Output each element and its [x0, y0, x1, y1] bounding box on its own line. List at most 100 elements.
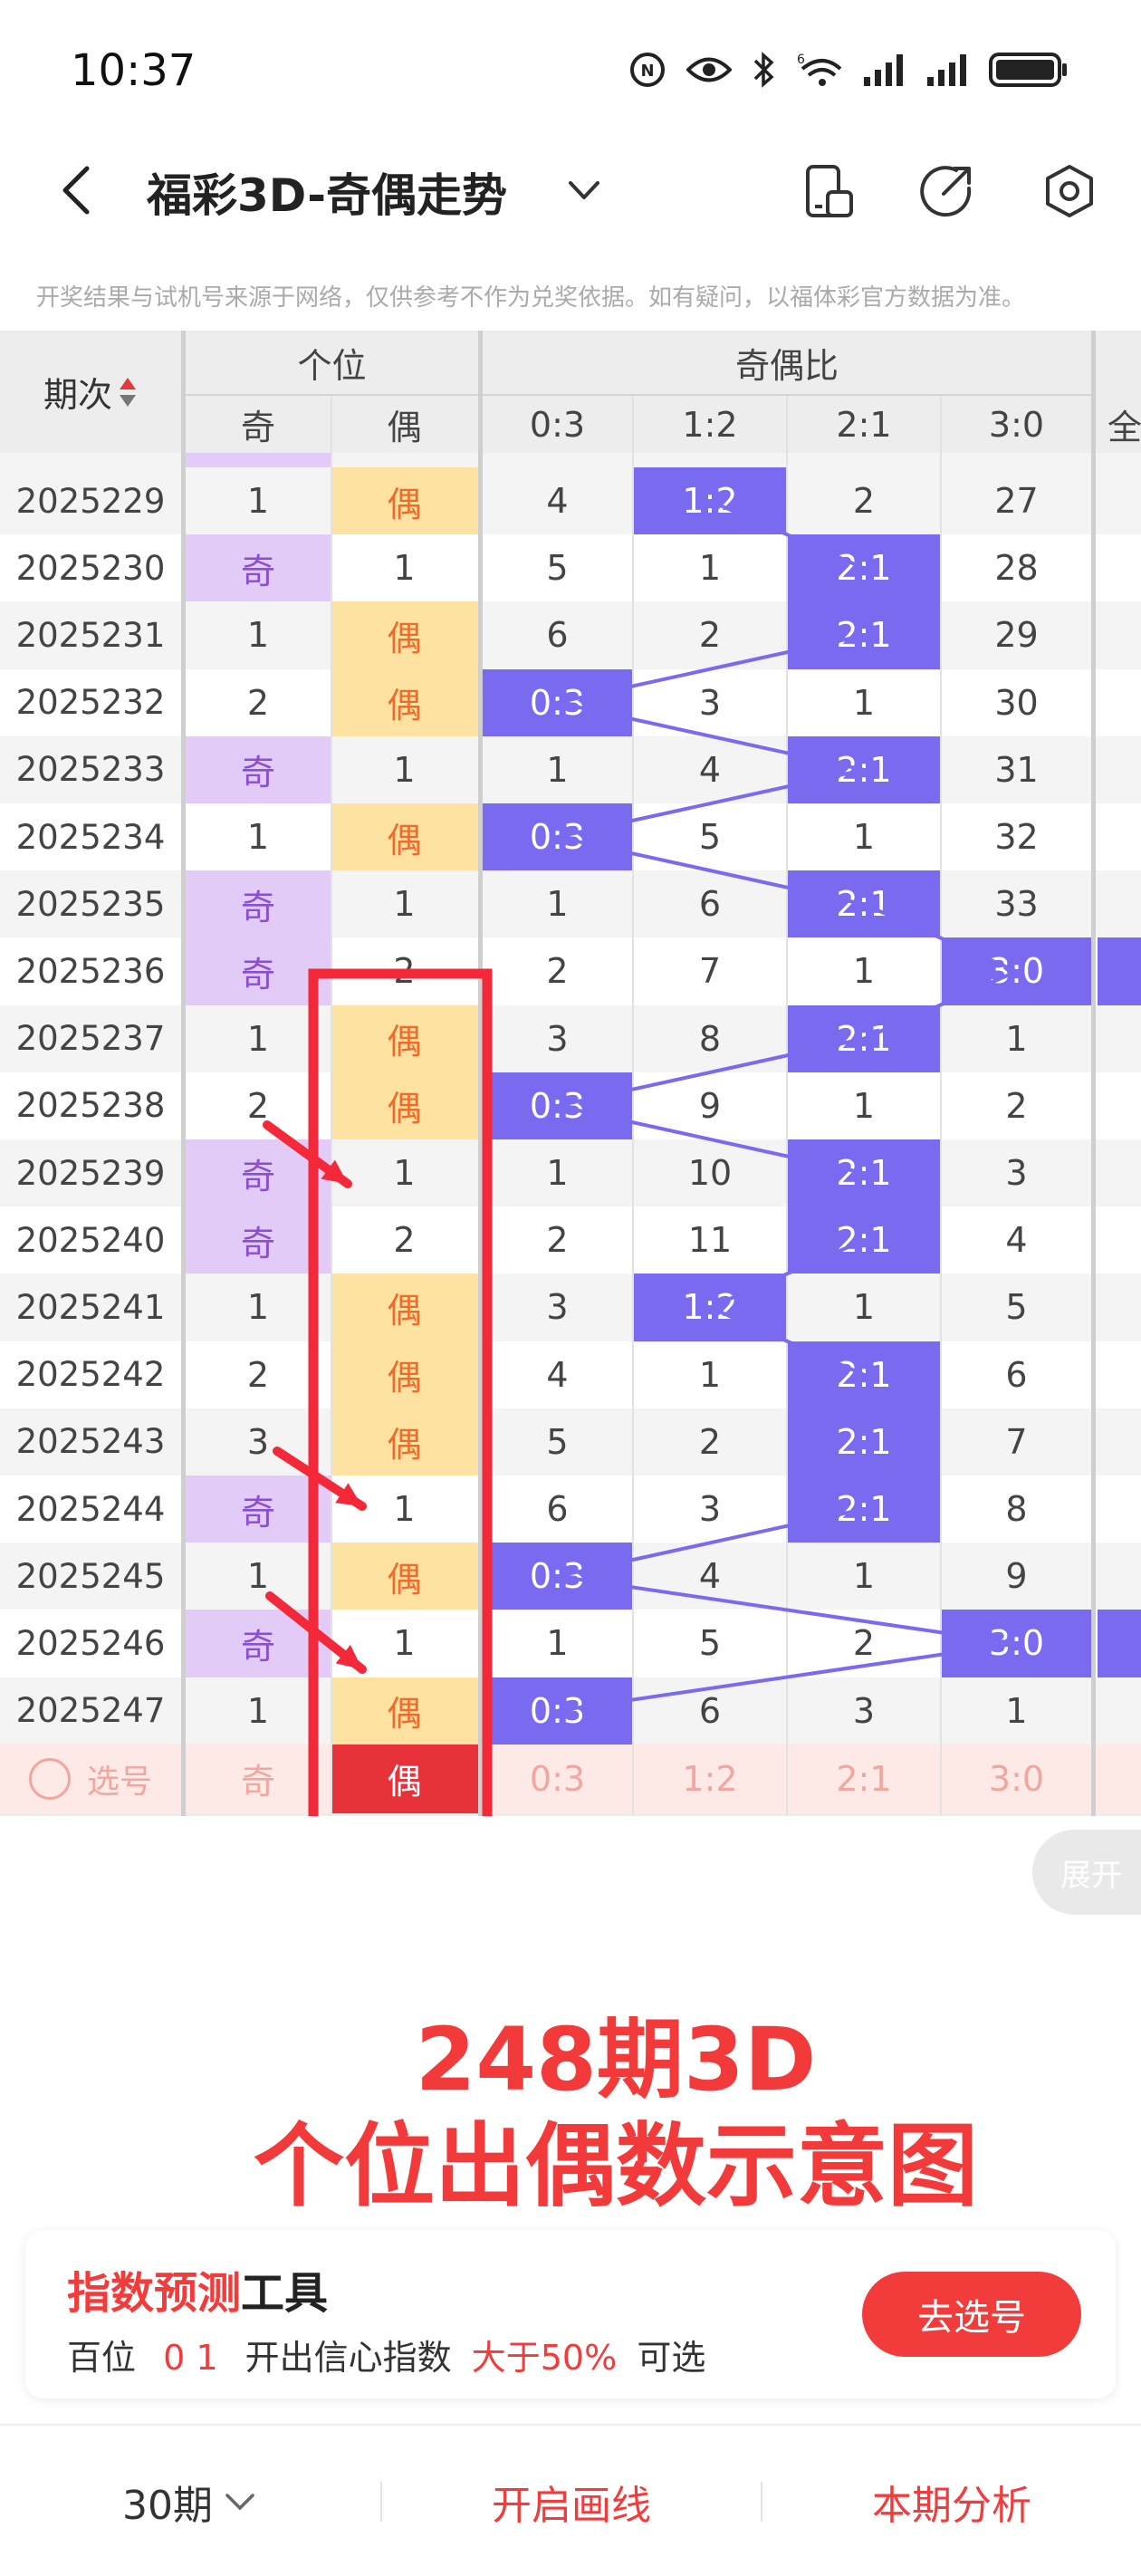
cell-even: 偶: [331, 1408, 478, 1475]
cell-r03: 0:3: [483, 1072, 632, 1139]
cell-r30: 31: [994, 749, 1039, 790]
chevron-down-icon[interactable]: [563, 172, 605, 208]
status-time: 10:37: [71, 45, 197, 96]
select-option-r30[interactable]: 3:0: [942, 1745, 1091, 1813]
column-header-even: 偶: [387, 408, 422, 447]
table-row: 2025247 1 偶 0:3 6 3 1: [0, 1677, 1141, 1745]
period-count-selector[interactable]: 30期: [0, 2426, 380, 2576]
cell-r21: 1: [852, 1556, 876, 1597]
group-separator: [478, 331, 483, 1816]
tool-title-red: 指数预测: [67, 2268, 242, 2319]
period-header[interactable]: 期次: [0, 331, 181, 453]
stats-header-dash: -: [0, 1813, 181, 1816]
cell-r03: 1: [546, 749, 569, 790]
cell-r21: 2:1: [788, 1206, 940, 1274]
cell-r12: 5: [698, 817, 722, 858]
expand-button[interactable]: 展开: [1032, 1830, 1141, 1915]
period-analysis-button[interactable]: 本期分析: [762, 2426, 1141, 2576]
cell-r21: 2:1: [788, 601, 940, 669]
cell-r30: 32: [994, 817, 1039, 858]
phone-screen-icon[interactable]: [801, 161, 860, 221]
bluetooth-icon: [753, 52, 774, 88]
period-count-label: 30期: [122, 2483, 213, 2529]
cell-r12: 1:2: [634, 467, 786, 535]
cell-odd: 奇: [186, 1206, 331, 1274]
cell-r12: 5: [698, 1623, 722, 1664]
cell-r12: 6: [698, 1690, 722, 1731]
cell-odd: 奇: [186, 937, 331, 1005]
cell-r03: 0:3: [483, 1677, 632, 1745]
cell-r21: 2: [852, 1623, 876, 1664]
cell-r21: 1: [852, 951, 876, 992]
row-period: 2025229: [15, 481, 166, 521]
select-circle-icon[interactable]: [28, 1757, 71, 1800]
cell-r03: 6: [546, 1489, 569, 1530]
table-row: 2025245 1 偶 0:3 4 1 9: [0, 1543, 1141, 1610]
draw-line-button[interactable]: 开启画线: [382, 2426, 761, 2576]
row-period: 2025233: [15, 750, 166, 790]
select-option-odd[interactable]: 奇: [186, 1745, 331, 1813]
cell-r12: 1:2: [634, 1274, 786, 1341]
row-period: 2025244: [15, 1489, 166, 1529]
row-period: 2025238: [15, 1086, 166, 1126]
cell-r21: 2:1: [788, 534, 940, 602]
row-period: 2025236: [15, 951, 166, 991]
cell-even: 偶: [331, 1274, 478, 1341]
select-option-even[interactable]: 偶: [331, 1744, 478, 1813]
cell-r30: 6: [1005, 1354, 1028, 1395]
go-select-button[interactable]: 去选号: [862, 2272, 1081, 2357]
cell-even: 偶: [331, 1543, 478, 1610]
cell-odd: 1: [246, 1287, 270, 1328]
select-option-r21[interactable]: 2:1: [788, 1745, 940, 1813]
cell-r03: 0:3: [483, 668, 632, 736]
cell-r21: 2:1: [788, 1408, 940, 1475]
tool-position: 百位: [67, 2338, 137, 2378]
column-header-r12: 1:2: [682, 404, 738, 445]
cell-even: 偶: [331, 1677, 478, 1745]
row-period: 2025243: [15, 1422, 166, 1462]
tool-title-black: 工具: [241, 2268, 329, 2319]
cell-r03: 4: [546, 481, 569, 522]
cell-r03: 1: [546, 1623, 569, 1664]
cell-odd: 奇: [186, 1139, 331, 1207]
column-separator: [331, 396, 332, 1816]
table-row: 2025240 奇 2 2 11 2:1 4: [0, 1206, 1141, 1274]
cell-r21: 2: [852, 481, 876, 522]
page-title[interactable]: 福彩3D-奇偶走势: [147, 159, 507, 225]
column-header-r03: 0:3: [529, 404, 586, 445]
select-option-r03[interactable]: 0:3: [483, 1745, 632, 1813]
cell-r30: 3:0: [942, 1610, 1091, 1677]
group-separator-right: [1091, 331, 1096, 1816]
cell-r12: 7: [698, 951, 722, 992]
cell-r03: 2: [546, 1220, 569, 1261]
cell-even: 偶: [331, 467, 478, 535]
cell-r12: 6: [698, 884, 722, 925]
row-period: 2025235: [15, 884, 166, 924]
cell-r30: 27: [994, 481, 1039, 522]
cell-r03: 0:3: [483, 803, 632, 871]
row-period: 2025241: [15, 1287, 166, 1327]
back-arrow-icon[interactable]: [54, 161, 100, 219]
prediction-tool-card: 指数预测工具 百位 0 1 开出信心指数 大于50% 可选 去选号: [25, 2230, 1116, 2398]
cell-odd: 1: [246, 615, 270, 656]
row-period: 2025245: [15, 1556, 166, 1596]
table-row: 2025236 奇 2 2 7 1 3:0: [0, 937, 1141, 1005]
cell-r03: 3: [546, 1018, 569, 1059]
select-option-r12[interactable]: 1:2: [634, 1745, 786, 1813]
share-icon[interactable]: [916, 161, 976, 221]
clipped-next-cell: [1098, 937, 1141, 1005]
table-row: 2025238 2 偶 0:3 9 1 2: [0, 1072, 1141, 1139]
svg-text:6: 6: [797, 53, 805, 67]
select-row: 选号奇偶 0:3 1:2 2:1 3:0: [0, 1744, 1141, 1813]
status-bar: 10:37 N 6: [0, 0, 1141, 136]
cell-r21: 2:1: [788, 1139, 940, 1207]
settings-icon[interactable]: [1040, 161, 1099, 221]
cell-odd: 2: [246, 682, 270, 723]
cell-r30: 28: [994, 548, 1039, 589]
cell-even: 偶: [331, 1341, 478, 1408]
select-number-button[interactable]: 选号: [0, 1745, 181, 1813]
cell-r12: 8: [698, 1018, 722, 1059]
cell-odd: 1: [246, 1690, 270, 1731]
cell-r03: 5: [546, 1421, 569, 1462]
sort-icon[interactable]: [118, 374, 138, 410]
